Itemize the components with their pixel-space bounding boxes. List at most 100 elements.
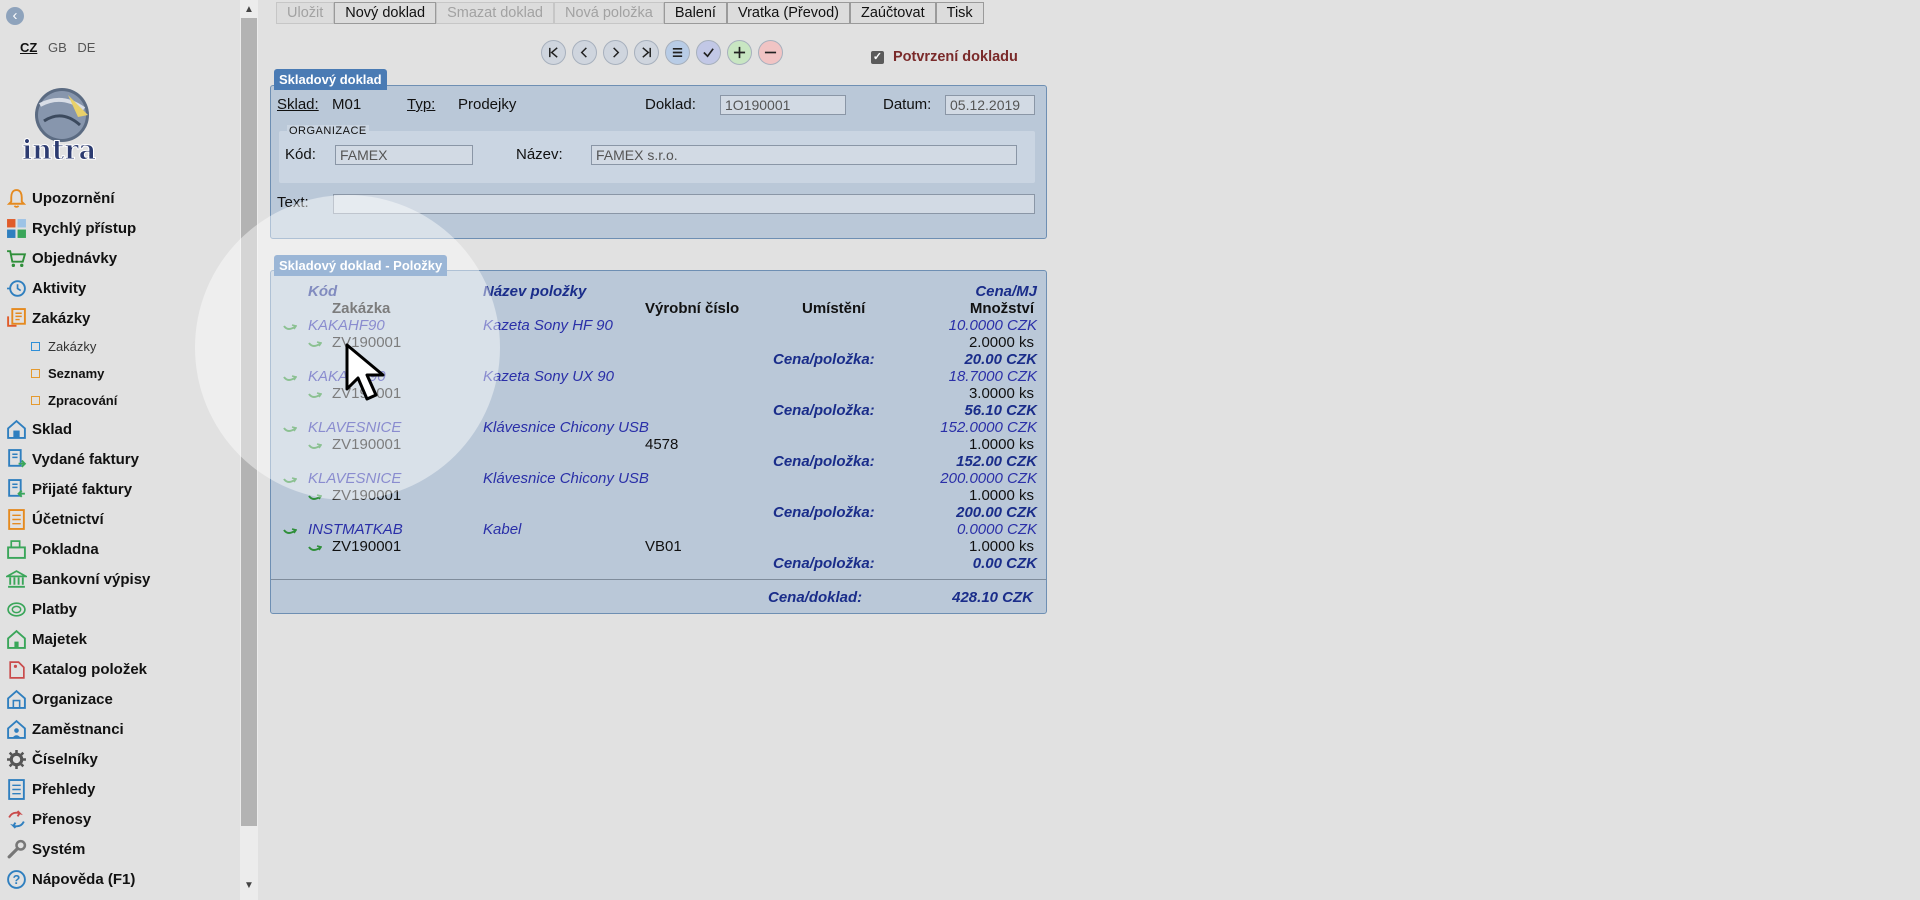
organization-icon xyxy=(4,687,28,711)
row-unit-price: 0.0000 CZK xyxy=(956,521,1037,538)
menu-label: Přenosy xyxy=(32,810,92,828)
list-view-button[interactable] xyxy=(665,40,690,65)
menu-majetek[interactable]: Majetek xyxy=(0,624,240,654)
text-field[interactable] xyxy=(333,194,1035,214)
menu-system[interactable]: Systém xyxy=(0,834,240,864)
row-quantity: 2.0000 ks xyxy=(968,334,1034,351)
submenu-zakazky[interactable]: Zakázky xyxy=(0,333,240,360)
menu-napoveda[interactable]: ? Nápověda (F1) xyxy=(0,864,240,894)
scroll-up-arrow-icon[interactable]: ▲ xyxy=(240,2,258,18)
row-code-link[interactable]: KAKAUX90 xyxy=(308,368,386,385)
invoice-out-icon xyxy=(4,447,28,471)
record-navigation xyxy=(541,40,789,65)
row-expand-icon[interactable] xyxy=(283,476,297,486)
scrollbar-thumb[interactable] xyxy=(241,18,257,826)
menu-label: Platby xyxy=(32,600,78,618)
menu-label: Systém xyxy=(32,840,86,858)
menu-ucetnictvi[interactable]: Účetnictví xyxy=(0,504,240,534)
menu-prijate-faktury[interactable]: Přijaté faktury xyxy=(0,474,240,504)
date-field[interactable]: 05.12.2019 xyxy=(945,95,1035,115)
row-serial-number: 4578 xyxy=(645,436,679,453)
menu-label: Majetek xyxy=(32,630,88,648)
menu-sklad[interactable]: Sklad xyxy=(0,414,240,444)
language-switcher: CZ GB DE xyxy=(20,40,102,55)
payment-icon xyxy=(4,597,28,621)
org-name-label: Název: xyxy=(516,146,563,163)
menu-ciselniky[interactable]: Číselníky xyxy=(0,744,240,774)
sidebar-scrollbar[interactable]: ▲ ▼ xyxy=(240,0,258,900)
scroll-down-arrow-icon[interactable]: ▼ xyxy=(240,878,258,894)
previous-record-button[interactable] xyxy=(572,40,597,65)
submenu-seznamy[interactable]: Seznamy xyxy=(0,360,240,387)
row-order-icon[interactable] xyxy=(308,442,322,452)
submenu-zpracovani[interactable]: Zpracování xyxy=(0,387,240,414)
date-label: Datum: xyxy=(883,96,932,113)
remove-button[interactable] xyxy=(758,40,783,65)
menu-rychly-pristup[interactable]: Rychlý přístup xyxy=(0,213,240,243)
transfer-icon xyxy=(4,807,28,831)
folder-bullet-icon xyxy=(31,396,40,405)
packing-button[interactable]: Balení xyxy=(663,2,727,24)
menu-pokladna[interactable]: Pokladna xyxy=(0,534,240,564)
row-order-icon[interactable] xyxy=(308,340,322,350)
menu-zamestnanci[interactable]: Zaměstnanci xyxy=(0,714,240,744)
confirmation-checkbox[interactable]: ✓ xyxy=(871,50,884,64)
row-expand-icon[interactable] xyxy=(283,527,297,537)
header-unit-price: Cena/MJ xyxy=(975,283,1037,300)
last-record-button[interactable] xyxy=(634,40,659,65)
return-transfer-button[interactable]: Vratka (Převod) xyxy=(726,2,850,24)
add-button[interactable] xyxy=(727,40,752,65)
collapse-sidebar-button[interactable]: ‹ xyxy=(6,7,24,25)
menu-objednavky[interactable]: Objednávky xyxy=(0,243,240,273)
row-order-icon[interactable] xyxy=(308,544,322,554)
menu-aktivity[interactable]: Aktivity xyxy=(0,273,240,303)
header-item-name: Název položky xyxy=(483,283,587,300)
menu-label: Upozornění xyxy=(32,189,115,207)
menu-platby[interactable]: Platby xyxy=(0,594,240,624)
row-order-icon[interactable] xyxy=(308,493,322,503)
document-confirmation[interactable]: ✓ Potvrzení dokladu xyxy=(871,49,1018,65)
menu-prenosy[interactable]: Přenosy xyxy=(0,804,240,834)
row-expand-icon[interactable] xyxy=(283,323,297,333)
menu-zakazky[interactable]: Zakázky xyxy=(0,303,240,333)
save-button[interactable]: Uložit xyxy=(276,2,335,24)
menu-vydane-faktury[interactable]: Vydané faktury xyxy=(0,444,240,474)
lang-gb[interactable]: GB xyxy=(48,40,67,55)
row-total: 56.10 CZK xyxy=(964,402,1037,419)
row-code-link[interactable]: KAKAHF90 xyxy=(308,317,385,334)
warehouse-label[interactable]: Sklad: xyxy=(277,96,319,113)
menu-label: Bankovní výpisy xyxy=(32,570,151,588)
menu-bankovni-vypisy[interactable]: Bankovní výpisy xyxy=(0,564,240,594)
lang-de[interactable]: DE xyxy=(77,40,95,55)
row-order: ZV190001 xyxy=(332,385,402,402)
print-button[interactable]: Tisk xyxy=(935,2,984,24)
row-total-label: Cena/položka: xyxy=(773,504,875,521)
document-panel: Skladový doklad Sklad: M01 Typ: Prodejky… xyxy=(270,69,1047,239)
org-code-field[interactable]: FAMEX xyxy=(335,145,473,165)
items-panel-title: Skladový doklad - Položky xyxy=(274,255,448,276)
row-code-link[interactable]: KLAVESNICE xyxy=(308,470,401,487)
new-item-button[interactable]: Nová položka xyxy=(553,2,664,24)
row-code-link[interactable]: KLAVESNICE xyxy=(308,419,401,436)
delete-document-button[interactable]: Smazat doklad xyxy=(436,2,554,24)
menu-label: Vydané faktury xyxy=(32,450,139,468)
post-button[interactable]: Zaúčtovat xyxy=(849,2,936,24)
lang-cz[interactable]: CZ xyxy=(20,40,37,55)
document-number-field[interactable]: 1O190001 xyxy=(720,95,846,115)
row-code-link[interactable]: INSTMATKAB xyxy=(308,521,403,538)
row-expand-icon[interactable] xyxy=(283,425,297,435)
confirm-button[interactable] xyxy=(696,40,721,65)
submenu-label: Zakázky xyxy=(48,339,97,354)
type-label[interactable]: Typ: xyxy=(407,96,435,113)
new-document-button[interactable]: Nový doklad xyxy=(334,2,437,24)
menu-upozorneni[interactable]: Upozornění xyxy=(0,183,240,213)
first-record-button[interactable] xyxy=(541,40,566,65)
menu-prehledy[interactable]: Přehledy xyxy=(0,774,240,804)
menu-organizace[interactable]: Organizace xyxy=(0,684,240,714)
submenu-label: Zpracování xyxy=(48,393,118,408)
menu-katalog-polozek[interactable]: Katalog položek xyxy=(0,654,240,684)
next-record-button[interactable] xyxy=(603,40,628,65)
org-name-field[interactable]: FAMEX s.r.o. xyxy=(591,145,1017,165)
row-expand-icon[interactable] xyxy=(283,374,297,384)
row-order-icon[interactable] xyxy=(308,391,322,401)
